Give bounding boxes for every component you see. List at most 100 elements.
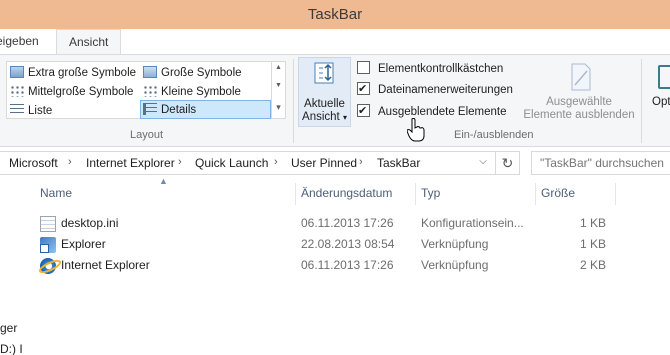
file-date: 06.11.2013 17:26: [301, 258, 394, 272]
item-checkboxes-checkbox[interactable]: [357, 61, 370, 74]
column-header-name[interactable]: Name: [40, 186, 72, 200]
group-separator: [641, 59, 642, 143]
scroll-down-icon[interactable]: ▼: [274, 82, 283, 89]
medium-icons-icon: [10, 85, 24, 97]
current-view-label-2-text: Ansicht: [302, 111, 340, 123]
group-label-show-hide: Ein-/ausblenden: [454, 129, 534, 141]
chevron-right-icon[interactable]: ›: [359, 156, 363, 168]
layout-item-label: Liste: [28, 105, 53, 117]
navigation-bar: Microsoft › Internet Explorer › Quick La…: [0, 147, 670, 179]
current-view-icon: [314, 62, 334, 84]
shortcut-icon: [40, 237, 56, 253]
layout-large-icons[interactable]: Große Symbole: [143, 64, 242, 83]
options-icon: [658, 65, 670, 89]
current-view-label-1: Aktuelle: [304, 98, 345, 110]
search-input[interactable]: [532, 152, 670, 174]
file-row[interactable]: Explorer 22.08.2013 08:54 Verknüpfung 1 …: [36, 234, 636, 255]
address-dropdown-icon[interactable]: ⌵: [475, 156, 491, 167]
chevron-right-icon[interactable]: ›: [68, 156, 72, 168]
hand-cursor-icon: [407, 118, 425, 142]
file-type: Verknüpfung: [421, 237, 489, 251]
layout-list[interactable]: Liste: [10, 102, 52, 121]
large-icons-icon: [143, 66, 157, 78]
column-header-size[interactable]: Größe: [541, 186, 575, 200]
refresh-button[interactable]: ↻: [496, 151, 520, 175]
file-name: desktop.ini: [61, 216, 119, 230]
layout-extra-large-icons[interactable]: Extra große Symbole: [10, 64, 136, 83]
group-label-layout: Layout: [130, 129, 164, 141]
file-size: 2 KB: [579, 258, 606, 272]
checkbox-file-extensions[interactable]: Dateinamenerweiterungen: [357, 80, 513, 99]
dropdown-arrow-icon: ▾: [342, 113, 347, 122]
breadcrumb-user-pinned[interactable]: User Pinned: [291, 156, 357, 170]
small-icons-icon: [143, 85, 157, 97]
sort-ascending-icon: ▲: [159, 176, 168, 186]
file-type: Verknüpfung: [421, 258, 489, 272]
file-row[interactable]: desktop.ini 06.11.2013 17:26 Konfigurati…: [36, 213, 636, 234]
file-name: Explorer: [61, 237, 106, 251]
refresh-icon: ↻: [501, 155, 514, 171]
ribbon-tabs: eigeben Ansicht: [0, 29, 670, 55]
column-separator[interactable]: [295, 183, 296, 205]
checkbox-hidden-items[interactable]: Ausgeblendete Elemente: [357, 102, 507, 121]
checkbox-label: Ausgeblendete Elemente: [378, 106, 507, 118]
column-header-type[interactable]: Typ: [421, 186, 440, 200]
hide-selected-icon: [571, 63, 591, 91]
options-label: Opt: [652, 96, 670, 108]
file-date: 06.11.2013 17:26: [301, 216, 394, 230]
breadcrumb-quick-launch[interactable]: Quick Launch: [195, 156, 268, 170]
chevron-right-icon[interactable]: ›: [274, 156, 278, 168]
layout-item-label: Extra große Symbole: [28, 67, 137, 79]
file-date: 22.08.2013 08:54: [301, 237, 395, 251]
gallery-scroll[interactable]: ▲ ▼ ▾: [272, 61, 286, 119]
column-separator[interactable]: [415, 183, 416, 205]
gallery-more-icon[interactable]: ▾: [274, 102, 283, 113]
layout-details[interactable]: Details: [140, 100, 271, 119]
file-size: 1 KB: [579, 237, 606, 251]
file-row[interactable]: Internet Explorer 06.11.2013 17:26 Verkn…: [36, 255, 636, 276]
chevron-right-icon[interactable]: ›: [178, 156, 182, 168]
checkbox-item-checkboxes[interactable]: Elementkontrollkästchen: [357, 60, 503, 78]
file-name: Internet Explorer: [61, 258, 150, 272]
hide-selected-button[interactable]: Ausgewählte Elemente ausblenden: [520, 63, 638, 125]
column-separator[interactable]: [535, 183, 536, 205]
checkbox-label: Dateinamenerweiterungen: [378, 84, 513, 96]
options-button[interactable]: Opt: [646, 63, 670, 123]
column-separator[interactable]: [615, 183, 616, 205]
ini-file-icon: [40, 216, 56, 232]
ribbon: Extra große Symbole Große Symbole Mittel…: [0, 54, 670, 147]
breadcrumb-taskbar[interactable]: TaskBar: [377, 156, 420, 170]
window-title: TaskBar: [307, 6, 363, 23]
layout-gallery: Extra große Symbole Große Symbole Mittel…: [6, 61, 272, 119]
scroll-up-icon[interactable]: ▲: [274, 64, 283, 71]
details-icon: [143, 103, 157, 115]
tab-share[interactable]: eigeben: [0, 29, 49, 55]
tab-view[interactable]: Ansicht: [56, 29, 122, 55]
search-box[interactable]: [531, 151, 670, 175]
current-view-button[interactable]: Aktuelle Ansicht ▾: [298, 57, 351, 127]
hidden-items-checkbox[interactable]: [357, 102, 370, 120]
checkbox-label: Elementkontrollkästchen: [378, 63, 504, 75]
ie-shortcut-icon: [40, 258, 56, 274]
extra-large-icons-icon: [10, 66, 24, 78]
file-type: Konfigurationsein...: [421, 216, 524, 230]
current-view-label-2: Ansicht ▾: [299, 111, 350, 123]
breadcrumb-internet-explorer[interactable]: Internet Explorer: [86, 156, 175, 170]
hide-selected-label-2: Elemente ausblenden: [523, 109, 635, 121]
layout-item-label: Details: [161, 104, 197, 116]
layout-item-label: Mittelgroße Symbole: [28, 86, 134, 98]
file-extensions-checkbox[interactable]: [357, 80, 370, 98]
file-size: 1 KB: [579, 216, 606, 230]
address-bar[interactable]: Microsoft › Internet Explorer › Quick La…: [0, 151, 496, 175]
group-separator: [293, 59, 294, 143]
layout-item-label: Kleine Symbole: [161, 86, 241, 98]
title-bar[interactable]: TaskBar: [0, 0, 670, 29]
layout-item-label: Große Symbole: [161, 67, 242, 79]
nav-pane-item[interactable]: D:) I: [0, 342, 23, 355]
list-icon: [10, 104, 24, 116]
column-header-date[interactable]: Änderungsdatum: [301, 186, 392, 200]
nav-pane-item[interactable]: ger: [0, 321, 17, 335]
breadcrumb-microsoft[interactable]: Microsoft: [9, 156, 58, 170]
layout-medium-icons[interactable]: Mittelgroße Symbole: [10, 83, 133, 102]
hide-selected-label-1: Ausgewählte: [546, 96, 612, 108]
